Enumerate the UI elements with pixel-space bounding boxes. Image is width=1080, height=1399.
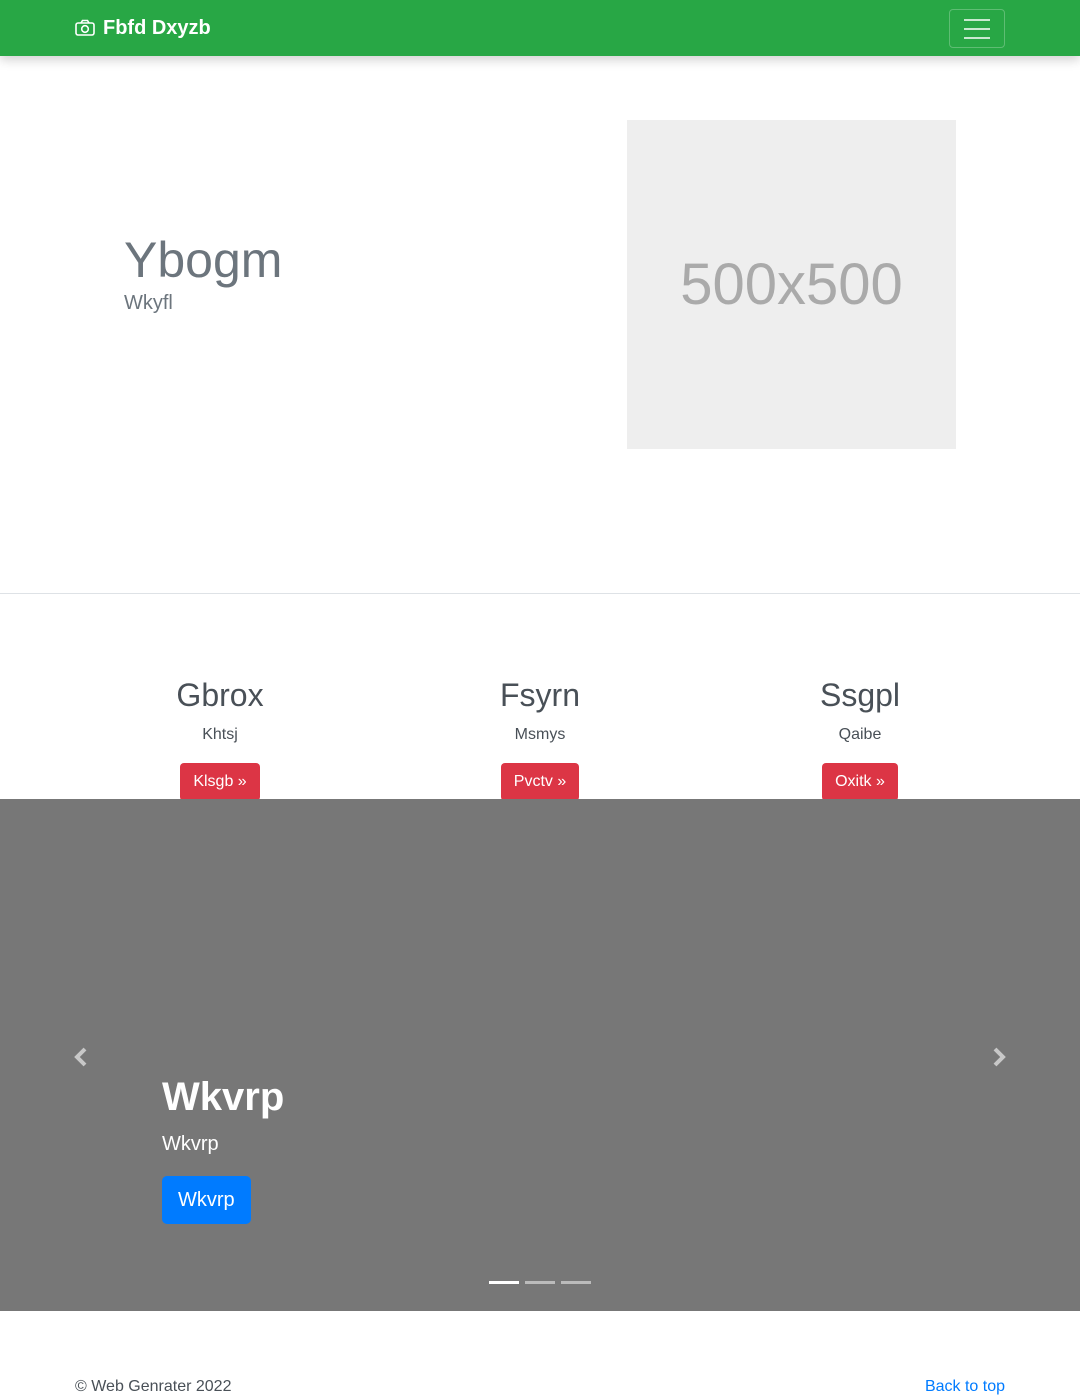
carousel-button[interactable]: Wkvrp: [162, 1176, 251, 1224]
hero-title: Ybogm: [124, 232, 283, 288]
feature-text: Msmys: [514, 726, 566, 743]
feature-text: Khtsj: [202, 726, 238, 743]
hamburger-icon: [964, 18, 990, 21]
feature-text: Qaibe: [838, 726, 882, 743]
navbar-brand[interactable]: Fbfd Dxyzb: [75, 14, 211, 42]
carousel-prev-button[interactable]: [67, 1042, 97, 1072]
feature-card: Ssgpl Qaibe Oxitk »: [700, 672, 1020, 801]
brand-label: Fbfd Dxyzb: [103, 16, 211, 39]
feature-title: Fsyrn: [500, 677, 580, 713]
feature-title: Ssgpl: [819, 677, 901, 713]
feature-button[interactable]: Klsgb »: [180, 763, 260, 801]
placeholder-label: 500x500: [680, 252, 903, 317]
carousel-caption: Wkvrp Wkvrp Wkvrp: [162, 1071, 284, 1224]
back-to-top-link[interactable]: Back to top: [925, 1378, 1005, 1396]
footer-copyright: © Web Genrater 2022: [75, 1378, 232, 1395]
feature-button[interactable]: Oxitk »: [822, 763, 898, 801]
hero-subtitle: Wkyfl: [124, 292, 173, 314]
carousel-indicators: [489, 1281, 591, 1284]
feature-title: Gbrox: [176, 677, 264, 713]
hero-text: Ybogm Wkyfl: [124, 230, 282, 315]
carousel-subtitle: Wkvrp: [162, 1133, 219, 1155]
chevron-left-icon: [74, 1047, 87, 1067]
feature-button[interactable]: Pvctv »: [500, 763, 580, 801]
feature-card: Fsyrn Msmys Pvctv »: [380, 672, 700, 801]
carousel-indicator[interactable]: [561, 1281, 591, 1284]
section-divider: [0, 593, 1080, 594]
navbar: Fbfd Dxyzb: [0, 0, 1080, 56]
carousel-next-button[interactable]: [983, 1042, 1013, 1072]
hero-image-placeholder: 500x500: [627, 120, 956, 449]
carousel-indicator[interactable]: [525, 1281, 555, 1284]
camera-icon: [75, 19, 95, 36]
carousel: Wkvrp Wkvrp Wkvrp: [0, 799, 1080, 1311]
chevron-right-icon: [993, 1047, 1006, 1067]
carousel-indicator[interactable]: [489, 1281, 519, 1284]
navbar-toggler-button[interactable]: [949, 9, 1005, 48]
feature-card: Gbrox Khtsj Klsgb »: [60, 672, 380, 801]
carousel-title: Wkvrp: [162, 1075, 285, 1119]
